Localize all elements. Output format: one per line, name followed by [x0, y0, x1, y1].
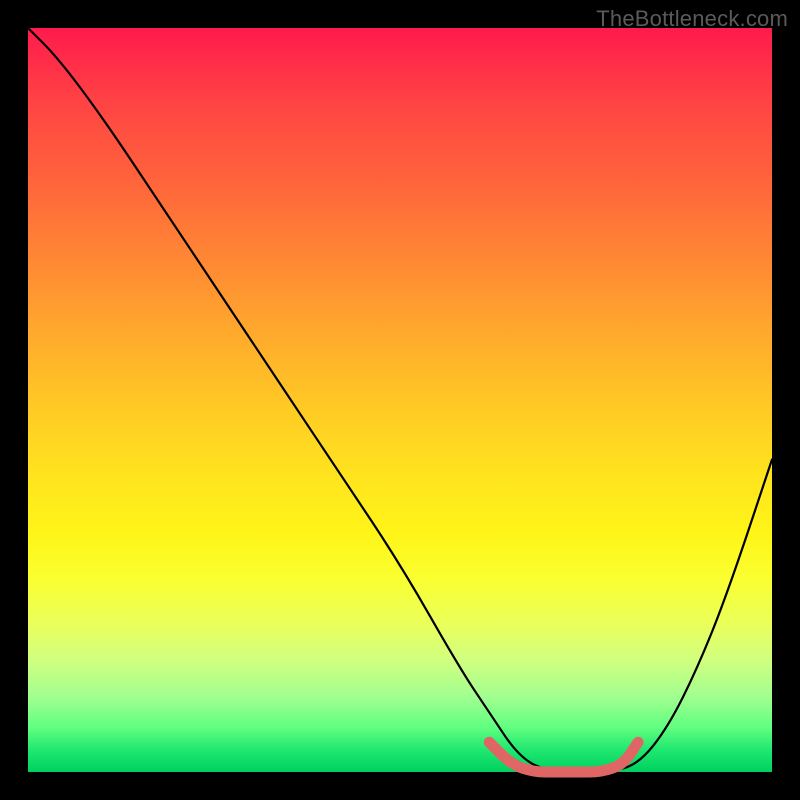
- chart-container: TheBottleneck.com: [0, 0, 800, 800]
- curve-svg: [28, 28, 772, 772]
- plot-area: [28, 28, 772, 772]
- bottleneck-curve: [28, 28, 772, 772]
